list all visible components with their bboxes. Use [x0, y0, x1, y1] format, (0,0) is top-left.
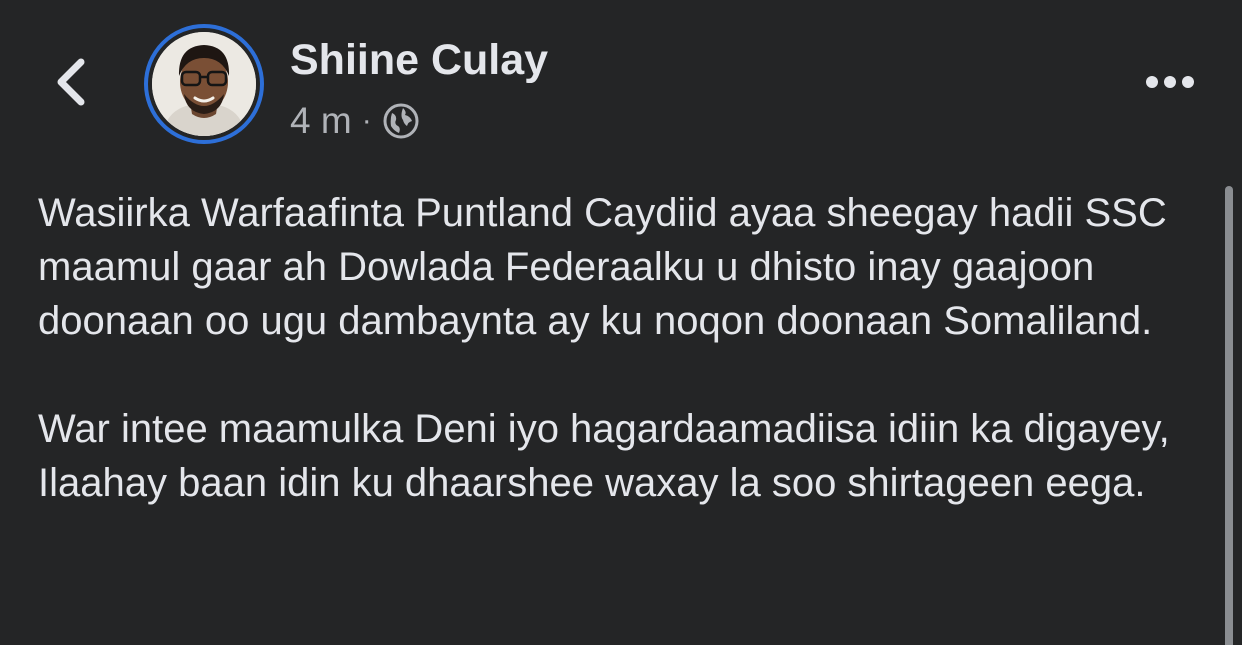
avatar-photo	[152, 32, 256, 136]
scrollbar[interactable]	[1225, 186, 1233, 645]
meta-separator: ·	[361, 104, 372, 137]
avatar[interactable]	[144, 24, 264, 144]
globe-icon	[382, 102, 420, 140]
post-timestamp[interactable]: 4 m	[290, 100, 352, 142]
author-name[interactable]: Shiine Culay	[290, 36, 548, 85]
more-horizontal-icon	[1164, 76, 1176, 88]
more-horizontal-icon	[1146, 76, 1158, 88]
more-horizontal-icon	[1182, 76, 1194, 88]
post-paragraph: War intee maamulka Deni iyo hagardaamadi…	[38, 407, 1170, 505]
more-options-button[interactable]	[1140, 62, 1200, 102]
chevron-left-icon	[57, 58, 85, 106]
post-body: Wasiirka Warfaafinta Puntland Caydiid ay…	[38, 186, 1208, 510]
back-button[interactable]	[40, 50, 100, 114]
post-meta: 4 m ·	[290, 98, 420, 144]
post-paragraph: Wasiirka Warfaafinta Puntland Caydiid ay…	[38, 191, 1167, 343]
